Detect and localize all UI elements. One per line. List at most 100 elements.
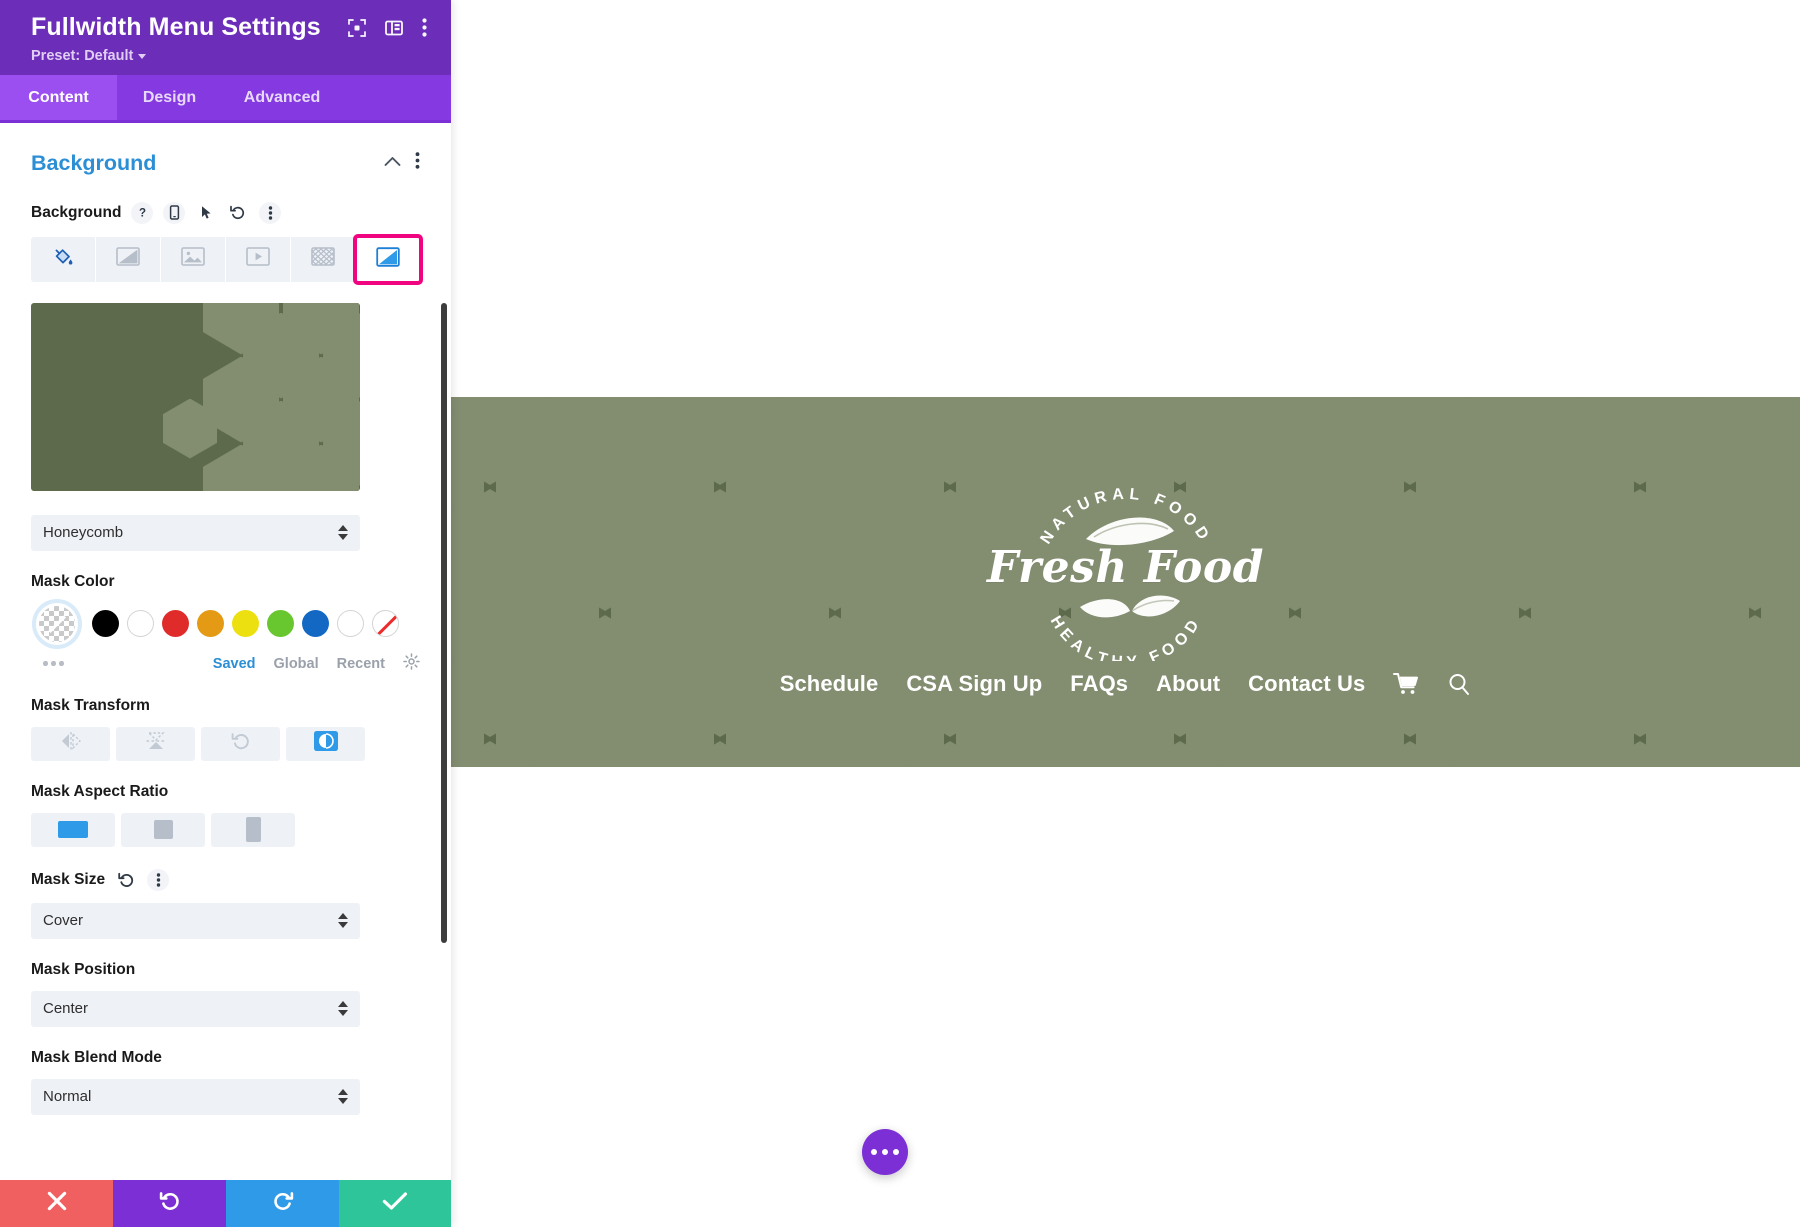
background-more-icon[interactable] [259,201,282,224]
mask-color-label: Mask Color [31,572,115,590]
undo-icon [159,1191,181,1217]
mask-style-value: Honeycomb [43,524,124,541]
save-button[interactable] [339,1180,451,1227]
divi-builder-screen: NATURAL FOOD HEALTHY FOOD Fresh Foo [0,0,1800,1227]
select-spinner-icon [338,1001,348,1016]
module-settings-panel: Fullwidth Menu Settings Preset: Default … [0,0,451,1227]
select-spinner-icon [338,913,348,928]
preset-selector[interactable]: Preset: Default [31,48,147,64]
tab-design[interactable]: Design [117,75,222,120]
mask-size-reset-icon[interactable] [115,869,137,891]
panel-action-bar [0,1180,451,1227]
expand-icon[interactable] [348,18,366,37]
mask-style-select[interactable]: Honeycomb [31,514,360,551]
svg-text:HEALTHY FOOD: HEALTHY FOOD [1046,613,1205,661]
mask-blend-mode-value: Normal [43,1088,92,1105]
swatch-more-icon[interactable] [43,661,64,666]
mask-blend-mode-select[interactable]: Normal [31,1078,360,1115]
nav-item-csa-sign-up[interactable]: CSA Sign Up [906,671,1042,697]
mask-size-label: Mask Size [31,870,106,888]
undo-button[interactable] [113,1180,226,1227]
mask-position-select[interactable]: Center [31,990,360,1027]
mask-position-value: Center [43,1000,89,1017]
swatch-tab-recent[interactable]: Recent [337,656,385,672]
transform-flip-vertical-button[interactable] [116,726,195,761]
transform-flip-horizontal-button[interactable] [31,726,110,761]
redo-button[interactable] [226,1180,339,1227]
reset-icon[interactable] [227,202,249,224]
square-rect-icon [153,820,173,839]
swatch-white-outline[interactable] [337,610,364,637]
ellipsis-icon [882,1149,888,1155]
svg-text:?: ? [139,207,146,219]
background-type-image[interactable] [161,236,225,282]
nav-item-about[interactable]: About [1156,671,1220,697]
mask-size-value: Cover [43,912,84,929]
flip-horizontal-icon [59,731,83,756]
aspect-ratio-square-button[interactable] [121,812,205,847]
mask-size-select[interactable]: Cover [31,902,360,939]
mask-aspect-ratio-buttons [31,812,420,847]
chevron-up-icon[interactable] [384,154,401,172]
gear-icon[interactable] [403,652,420,675]
transform-rotate-button[interactable] [201,726,280,761]
paint-bucket-icon [52,246,74,273]
tab-advanced[interactable]: Advanced [222,75,342,120]
swatch-red[interactable] [162,610,189,637]
mask-position-label: Mask Position [31,960,136,978]
aspect-ratio-landscape-button[interactable] [31,812,115,847]
nav-item-faqs[interactable]: FAQs [1070,671,1128,697]
pattern-icon [311,247,335,271]
background-type-video[interactable] [226,236,290,282]
panel-scrollbar[interactable] [441,302,447,943]
aspect-ratio-portrait-button[interactable] [211,812,295,847]
help-icon[interactable]: ? [131,201,154,224]
mask-blend-mode-label: Mask Blend Mode [31,1048,162,1066]
panel-header: Fullwidth Menu Settings Preset: Default [0,0,451,75]
mask-preview [31,302,360,491]
search-icon[interactable] [1447,672,1471,696]
settings-tabs: Content Design Advanced [0,74,451,123]
background-type-mask[interactable] [353,233,423,285]
background-type-pattern[interactable] [291,236,355,282]
swatch-none[interactable] [372,610,399,637]
swatch-tab-global[interactable]: Global [274,656,319,672]
mask-size-more-icon[interactable] [147,868,170,891]
swatch-blue[interactable] [302,610,329,637]
chevron-down-icon [138,54,147,59]
swatch-white[interactable] [127,610,154,637]
fullwidth-menu-module[interactable]: NATURAL FOOD HEALTHY FOOD Fresh Foo [451,397,1800,767]
background-type-selector [31,233,423,285]
swatch-yellow[interactable] [232,610,259,637]
layout-icon[interactable] [385,19,403,37]
redo-icon [272,1191,294,1217]
tab-content[interactable]: Content [0,74,117,120]
cursor-icon[interactable] [195,202,217,224]
cart-icon[interactable] [1393,672,1419,696]
background-type-color[interactable] [31,236,95,282]
invert-icon [313,730,339,757]
background-type-gradient[interactable] [96,236,160,282]
section-more-icon[interactable] [415,152,420,174]
background-section: Background Background ? Honeycomb Mask C… [0,123,451,1115]
close-icon [46,1190,68,1217]
site-nav: Schedule CSA Sign Up FAQs About Contact … [780,671,1472,697]
swatch-tab-saved[interactable]: Saved [213,656,256,672]
more-vertical-icon[interactable] [422,18,427,37]
cancel-button[interactable] [0,1180,113,1227]
portrait-rect-icon [245,817,261,842]
mask-transform-buttons [31,726,420,761]
mobile-icon[interactable] [163,201,186,224]
mask-transform-label: Mask Transform [31,696,150,714]
panel-body: Background Background ? Honeycomb Mask C… [0,123,451,1227]
nav-item-contact-us[interactable]: Contact Us [1248,671,1365,697]
swatch-green[interactable] [267,610,294,637]
mask-color-swatches [31,602,420,645]
swatch-orange[interactable] [197,610,224,637]
video-icon [246,247,270,271]
swatch-black[interactable] [92,610,119,637]
nav-item-schedule[interactable]: Schedule [780,671,879,697]
transform-invert-button[interactable] [286,726,365,761]
builder-fab-button[interactable] [862,1129,908,1175]
swatch-transparent[interactable] [36,602,78,645]
